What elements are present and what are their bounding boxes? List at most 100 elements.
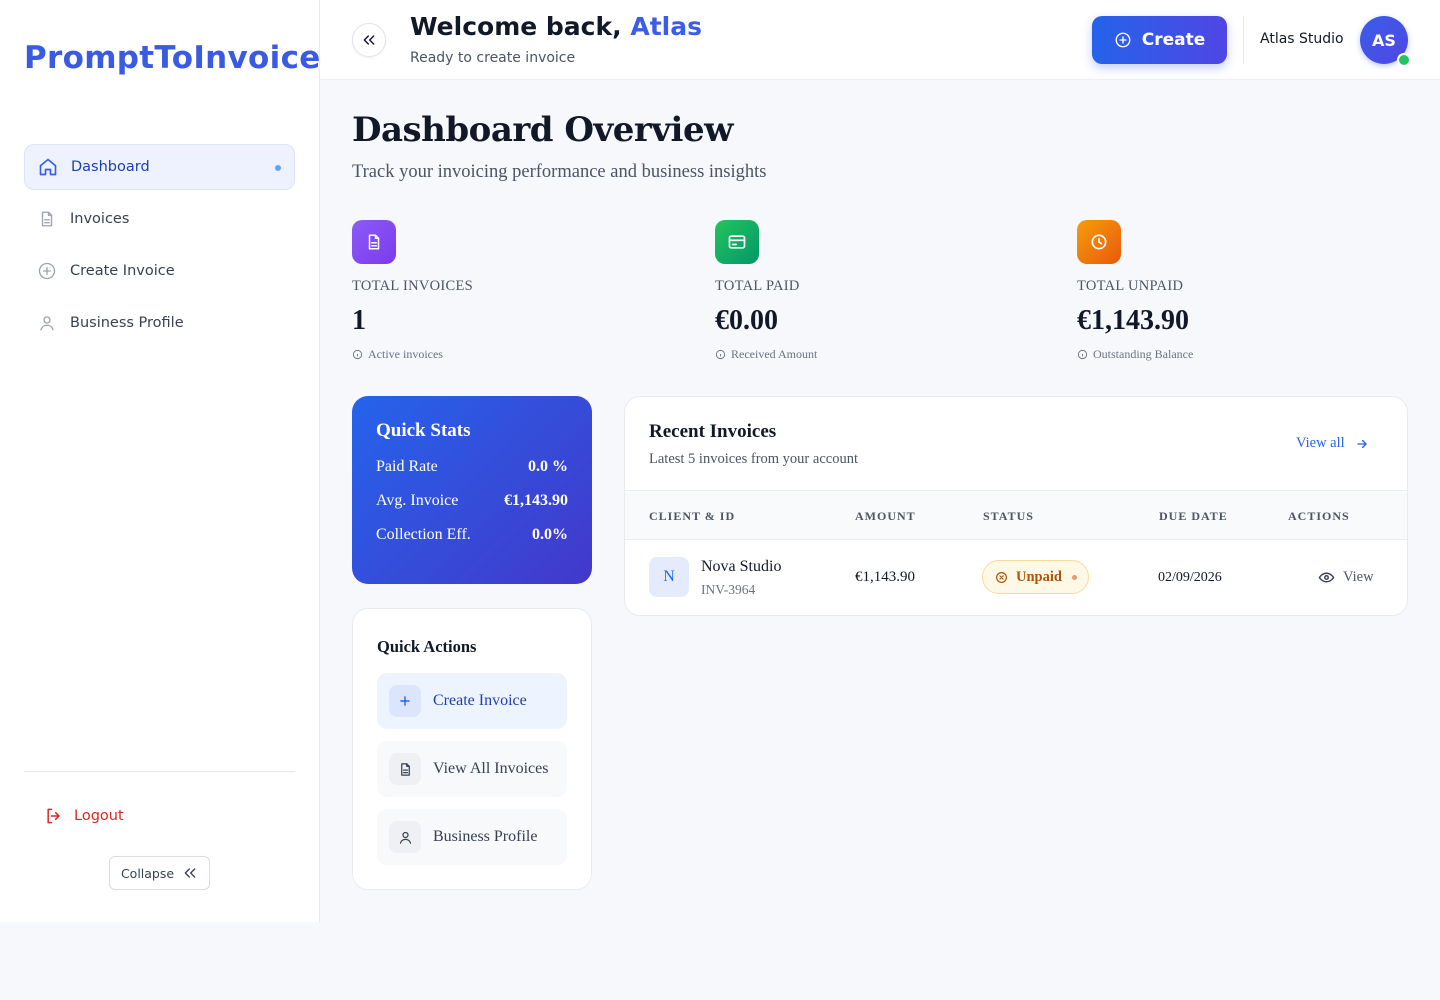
chevrons-left-icon xyxy=(361,32,377,48)
header-subtitle: Ready to create invoice xyxy=(410,50,576,66)
column-header: DUE DATE xyxy=(1159,509,1228,523)
home-icon xyxy=(37,156,59,178)
quick-action-label: Create Invoice xyxy=(433,692,527,709)
quick-stats-card: Quick Stats Paid Rate 0.0 % Avg. Invoice… xyxy=(352,396,592,584)
document-icon xyxy=(389,753,421,785)
view-all-label: View all xyxy=(1296,435,1345,451)
studio-name: Atlas Studio xyxy=(1260,31,1344,47)
plus-circle-icon xyxy=(36,260,58,282)
welcome-heading: Welcome back, Atlas xyxy=(410,12,702,41)
quick-action-view-invoices[interactable]: View All Invoices xyxy=(377,741,567,797)
welcome-name: Atlas xyxy=(630,12,702,41)
quick-action-label: View All Invoices xyxy=(433,760,549,777)
info-icon xyxy=(352,349,363,360)
page-subtitle: Track your invoicing performance and bus… xyxy=(352,162,767,182)
quick-stat-value: €1,143.90 xyxy=(504,492,568,509)
credit-card-icon xyxy=(715,220,759,264)
stat-label: TOTAL PAID xyxy=(715,278,800,294)
status-label: Unpaid xyxy=(1016,568,1062,585)
user-icon xyxy=(389,821,421,853)
invoice-id: INV-3964 xyxy=(701,582,756,597)
header-separator xyxy=(1243,16,1244,64)
quick-stat-value: 0.0 % xyxy=(528,458,568,475)
column-header: STATUS xyxy=(983,509,1034,523)
stat-total-paid: TOTAL PAID €0.00 Received Amount xyxy=(715,220,1015,362)
stat-note-text: Received Amount xyxy=(731,347,818,361)
quick-actions-title: Quick Actions xyxy=(377,637,477,656)
sidebar-toggle-button[interactable] xyxy=(352,23,386,57)
recent-invoices-card: Recent Invoices Latest 5 invoices from y… xyxy=(624,396,1408,616)
stat-value: 1 xyxy=(352,305,366,336)
quick-action-create-invoice[interactable]: Create Invoice xyxy=(377,673,567,729)
brand-logo[interactable]: PromptToInvoice xyxy=(24,40,321,76)
document-icon xyxy=(36,208,58,230)
quick-stats-title: Quick Stats xyxy=(376,420,471,441)
client-initial-badge: N xyxy=(649,557,689,597)
create-button[interactable]: Create xyxy=(1092,16,1227,64)
view-invoice-button[interactable]: View xyxy=(1318,569,1374,586)
collapse-button[interactable]: Collapse xyxy=(109,856,210,890)
quick-stat-label: Collection Eff. xyxy=(376,526,471,543)
logout-label: Logout xyxy=(74,808,124,824)
quick-stat-label: Avg. Invoice xyxy=(376,492,459,509)
stat-value: €1,143.90 xyxy=(1077,305,1189,336)
stat-total-invoices: TOTAL INVOICES 1 Active invoices xyxy=(352,220,652,362)
stat-label: TOTAL INVOICES xyxy=(352,278,474,294)
table-row[interactable]: N Nova Studio INV-3964 €1,143.90 Unpaid … xyxy=(625,540,1407,615)
create-label: Create xyxy=(1141,30,1206,50)
sidebar-item-label: Dashboard xyxy=(71,159,150,175)
recent-invoices-subtitle: Latest 5 invoices from your account xyxy=(649,451,858,467)
quick-stat-row: Collection Eff. 0.0% xyxy=(376,526,568,544)
chevrons-left-icon xyxy=(182,865,198,881)
recent-invoices-title: Recent Invoices xyxy=(649,421,777,442)
quick-stat-label: Paid Rate xyxy=(376,458,438,475)
client-name: Nova Studio xyxy=(701,558,782,575)
column-header: CLIENT & ID xyxy=(649,509,736,523)
stat-label: TOTAL UNPAID xyxy=(1077,278,1184,294)
plus-icon xyxy=(389,685,421,717)
invoice-amount: €1,143.90 xyxy=(855,569,915,585)
welcome-prefix: Welcome back, xyxy=(410,12,622,41)
sidebar-item-business-profile[interactable]: Business Profile xyxy=(24,300,295,346)
user-icon xyxy=(36,312,58,334)
sidebar-item-label: Business Profile xyxy=(70,315,184,331)
stat-note: Active invoices xyxy=(352,347,652,362)
column-header: AMOUNT xyxy=(855,509,916,523)
collapse-label: Collapse xyxy=(120,865,175,881)
quick-stat-row: Paid Rate 0.0 % xyxy=(376,458,568,476)
stat-note: Outstanding Balance xyxy=(1077,347,1377,362)
clock-icon xyxy=(1077,220,1121,264)
top-header: Welcome back, Atlas Ready to create invo… xyxy=(320,0,1440,80)
stat-total-unpaid: TOTAL UNPAID €1,143.90 Outstanding Balan… xyxy=(1077,220,1377,362)
sidebar-item-label: Invoices xyxy=(70,211,130,227)
quick-actions-card: Quick Actions Create Invoice View All In… xyxy=(352,608,592,890)
sidebar-item-dashboard[interactable]: Dashboard xyxy=(24,144,295,190)
info-icon xyxy=(1077,349,1088,360)
quick-action-label: Business Profile xyxy=(433,828,538,845)
column-header: ACTIONS xyxy=(1288,509,1350,523)
view-all-link[interactable]: View all xyxy=(1296,435,1369,452)
sidebar: PromptToInvoice Dashboard Invoices Creat… xyxy=(0,0,320,922)
quick-stat-value: 0.0% xyxy=(532,526,568,543)
view-label: View xyxy=(1343,569,1374,585)
arrow-right-icon xyxy=(1355,437,1369,451)
sidebar-item-create-invoice[interactable]: Create Invoice xyxy=(24,248,295,294)
sidebar-item-invoices[interactable]: Invoices xyxy=(24,196,295,242)
stat-note-text: Active invoices xyxy=(368,347,443,361)
due-date: 02/09/2026 xyxy=(1158,570,1222,585)
stat-note-text: Outstanding Balance xyxy=(1093,347,1194,361)
table-header: CLIENT & ID AMOUNT STATUS DUE DATE ACTIO… xyxy=(625,490,1407,540)
x-circle-icon xyxy=(995,571,1008,584)
status-badge: Unpaid xyxy=(982,560,1089,594)
info-icon xyxy=(715,349,726,360)
quick-action-business-profile[interactable]: Business Profile xyxy=(377,809,567,865)
stat-value: €0.00 xyxy=(715,305,778,336)
document-icon xyxy=(352,220,396,264)
logout-icon xyxy=(44,806,64,826)
status-dot xyxy=(1071,574,1077,580)
quick-stat-row: Avg. Invoice €1,143.90 xyxy=(376,492,568,510)
stat-note: Received Amount xyxy=(715,347,1015,362)
logout-button[interactable]: Logout xyxy=(44,806,124,826)
plus-circle-icon xyxy=(1114,31,1132,49)
sidebar-nav: Dashboard Invoices Create Invoice Busine… xyxy=(24,144,295,352)
